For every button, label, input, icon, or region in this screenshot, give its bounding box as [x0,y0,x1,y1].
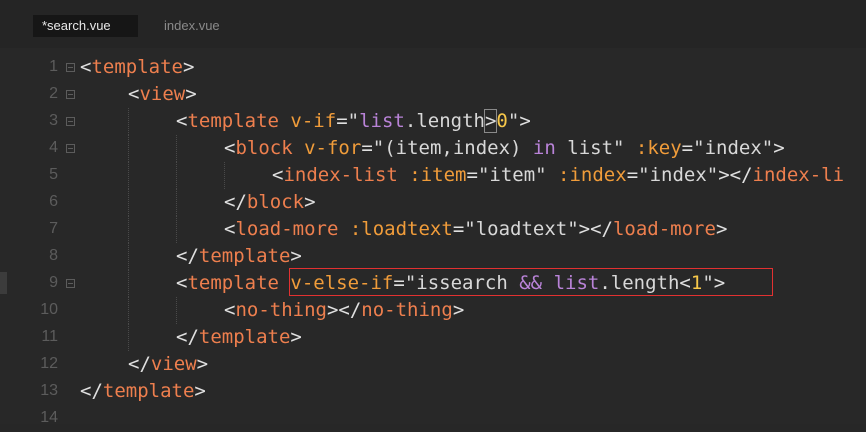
code-text: </view> [128,353,209,375]
code-line: 4 <block v-for="(item,index) in list" :k… [0,135,866,162]
line-number: 2 [49,85,58,102]
indent-guide [176,216,177,243]
indent-guide [176,189,177,216]
code-text: <template> [80,56,195,78]
indent-guide [176,135,177,162]
code-line: 8 </template> [0,243,866,270]
code-text: <load-more :loadtext="loadtext"></load-m… [224,218,728,240]
code-line: 3 <template v-if="list.length>0"> [0,108,866,135]
line-number: 9 [49,274,58,291]
code-line: 6 </block> [0,189,866,216]
tab-search-vue[interactable]: *search.vue [33,15,138,37]
indent-guide [128,324,129,351]
code-editor[interactable]: 1 <template> 2 <view> 3 <template v-if="… [0,48,866,426]
indent-guide [128,108,129,135]
code-text: <template v-if="list.length>0"> [176,109,531,133]
indent-guide [176,162,177,189]
fold-toggle-icon[interactable] [66,279,75,288]
line-number: 5 [49,166,58,183]
code-line: 7 <load-more :loadtext="loadtext"></load… [0,216,866,243]
code-text: <index-list :item="item" :index="index">… [272,164,845,186]
line-number: 4 [49,139,58,156]
code-text: <block v-for="(item,index) in list" :key… [224,137,785,159]
code-text: </template> [176,326,302,348]
fold-toggle-icon[interactable] [66,144,75,153]
indent-guide [128,243,129,270]
code-line: 2 <view> [0,81,866,108]
indent-guide [128,270,129,297]
line-number: 1 [49,58,58,75]
code-text: </template> [176,245,302,267]
code-line: 5 <index-list :item="item" :index="index… [0,162,866,189]
indent-guide [128,216,129,243]
fold-toggle-icon[interactable] [66,117,75,126]
fold-toggle-icon[interactable] [66,90,75,99]
annotation-highlight-box [289,268,773,296]
indent-guide [128,135,129,162]
code-line: 12 </view> [0,351,866,378]
line-number: 14 [40,409,58,426]
indent-guide [224,162,225,189]
tab-index-vue[interactable]: index.vue [164,15,220,37]
code-line: 1 <template> [0,54,866,81]
indent-guide [128,297,129,324]
line-number: 3 [49,112,58,129]
code-text: </template> [80,380,206,402]
code-text: </block> [224,191,316,213]
code-line: 14 [0,405,866,432]
indent-guide [128,189,129,216]
indent-guide [176,297,177,324]
code-text: <view> [128,83,197,105]
line-number: 12 [40,355,58,372]
tab-bar: *search.vue index.vue [0,0,866,48]
line-number: 7 [49,220,58,237]
indent-guide [128,162,129,189]
line-number: 8 [49,247,58,264]
code-text: <no-thing></no-thing> [224,299,465,321]
code-line: 10 <no-thing></no-thing> [0,297,866,324]
line-number: 13 [40,382,58,399]
line-number: 6 [49,193,58,210]
code-line: 13 </template> [0,378,866,405]
line-number: 10 [40,301,58,318]
fold-toggle-icon[interactable] [66,63,75,72]
line-number: 11 [41,328,58,345]
code-line: 11 </template> [0,324,866,351]
